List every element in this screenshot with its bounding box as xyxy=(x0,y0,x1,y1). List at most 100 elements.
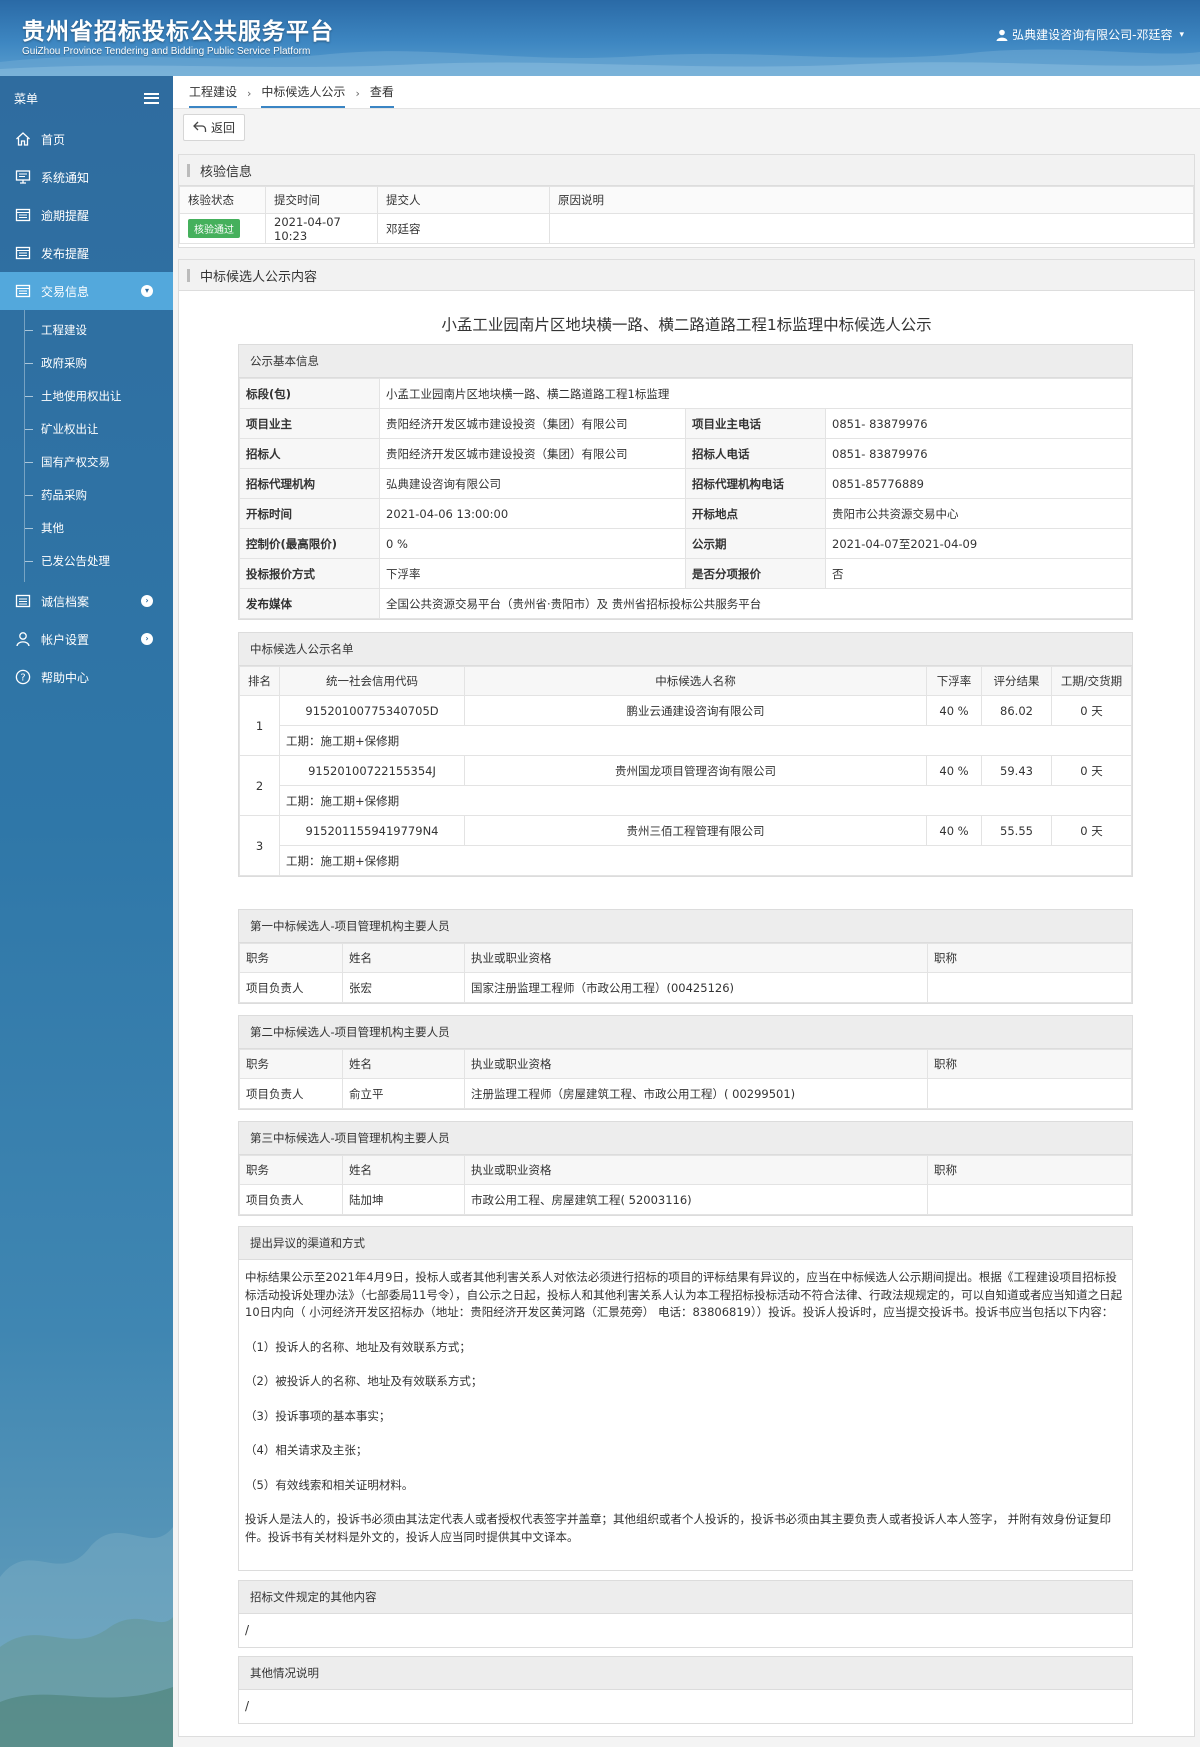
staff-role: 项目负责人 xyxy=(239,1078,343,1109)
breadcrumb-item[interactable]: 中标候选人公示 xyxy=(261,83,346,108)
submenu-item-state-property[interactable]: 国有产权交易 xyxy=(25,446,173,479)
staff-cert: 国家注册监理工程师（市政公用工程）(00425126) xyxy=(464,972,928,1003)
staff-name: 张宏 xyxy=(342,972,465,1003)
sidebar-item-label: 帐户设置 xyxy=(41,632,90,647)
hamburger-icon[interactable] xyxy=(144,92,159,104)
column-header: 原因说明 xyxy=(549,186,1194,214)
chevron-down-icon: ▾ xyxy=(141,285,153,297)
sidebar-item-trade-info[interactable]: 交易信息 ▾ xyxy=(0,272,173,310)
submenu-item-other[interactable]: 其他 xyxy=(25,512,173,545)
field-label: 投标报价方式 xyxy=(239,558,380,589)
back-button[interactable]: 返回 xyxy=(183,113,246,141)
column-header: 职称 xyxy=(927,1049,1132,1079)
table-row: 工期：施工期+保修期 xyxy=(240,785,1132,816)
table-row: 项目业主 贵阳经济开发区城市建设投资（集团）有限公司 项目业主电话 0851- … xyxy=(239,408,1132,439)
sidebar-item-account-settings[interactable]: 帐户设置 › xyxy=(0,620,173,658)
sidebar-item-credit-archive[interactable]: 诚信档案 › xyxy=(0,582,173,620)
staff-cert: 市政公用工程、房屋建筑工程( 52003116) xyxy=(464,1184,928,1215)
field-value: 2021-04-06 13:00:00 xyxy=(379,498,686,529)
sidebar-item-label: 诚信档案 xyxy=(41,594,90,609)
submenu-item-mining-rights[interactable]: 矿业权出让 xyxy=(25,413,173,446)
column-header: 工期/交货期 xyxy=(1051,666,1132,696)
sidebar-item-overdue[interactable]: 逾期提醒 xyxy=(0,196,173,234)
column-header: 排名 xyxy=(239,666,280,696)
main-content: 工程建设 › 中标候选人公示 › 查看 返回 核验信息 核验状态 提交时间 提交… xyxy=(173,76,1200,1747)
user-name: 弘典建设咨询有限公司-邓廷容 xyxy=(1012,28,1173,42)
sidebar-item-label: 系统通知 xyxy=(41,170,90,185)
score: 55.55 xyxy=(981,815,1052,846)
table-row: 项目负责人 张宏 国家注册监理工程师（市政公用工程）(00425126) xyxy=(239,972,1132,1003)
staff-rank xyxy=(927,1184,1132,1215)
staff-table: 职务 姓名 执业或职业资格 职称 项目负责人 张宏 国家注册监理工程师（市政公用… xyxy=(239,943,1132,1003)
staff-block-header: 第一中标候选人-项目管理机构主要人员 xyxy=(239,910,1132,943)
staff-name: 陆加坤 xyxy=(342,1184,465,1215)
field-value: 贵阳市公共资源交易中心 xyxy=(825,498,1132,529)
sidebar-landscape xyxy=(0,1527,173,1747)
table-row: 项目负责人 俞立平 注册监理工程师（房屋建筑工程、市政公用工程）( 002995… xyxy=(239,1078,1132,1109)
field-label: 招标人电话 xyxy=(685,438,826,469)
column-header: 核验状态 xyxy=(179,186,266,214)
staff-cert: 注册监理工程师（房屋建筑工程、市政公用工程）( 00299501) xyxy=(464,1078,928,1109)
submitter: 邓廷容 xyxy=(377,213,550,244)
credit-code: 91520100775340705D xyxy=(279,695,465,726)
column-header: 执业或职业资格 xyxy=(464,943,928,973)
column-header: 下浮率 xyxy=(926,666,982,696)
submenu-item-land-use[interactable]: 土地使用权出让 xyxy=(25,380,173,413)
candidate-name: 贵州三佰工程管理有限公司 xyxy=(464,815,927,846)
submit-time: 2021-04-07 10:23 xyxy=(265,213,378,244)
objection-item: （5）有效线索和相关证明材料。 xyxy=(245,1477,414,1492)
table-row: 2 91520100722155354J 贵州国龙项目管理咨询有限公司 40 %… xyxy=(239,755,1132,816)
toolbar: 返回 xyxy=(173,109,1200,145)
submenu-item-published-handling[interactable]: 已发公告处理 xyxy=(25,545,173,578)
user-menu[interactable]: 弘典建设咨询有限公司-邓廷容 ▾ xyxy=(996,26,1184,43)
breadcrumb-item[interactable]: 查看 xyxy=(369,83,394,108)
column-header: 姓名 xyxy=(342,1049,465,1079)
discount-rate: 40 % xyxy=(926,695,982,726)
column-header: 执业或职业资格 xyxy=(464,1049,928,1079)
discount-rate: 40 % xyxy=(926,815,982,846)
other-notes-header: 其他情况说明 xyxy=(239,1657,1132,1690)
status-badge: 核验通过 xyxy=(188,219,240,238)
other-content-block: 招标文件规定的其他内容 / xyxy=(238,1580,1133,1648)
verify-panel: 核验信息 核验状态 提交时间 提交人 原因说明 核验通过 2021-04-07 … xyxy=(178,154,1195,248)
rank: 3 xyxy=(239,815,280,876)
field-value: 0 % xyxy=(379,528,686,559)
column-header: 中标候选人名称 xyxy=(464,666,927,696)
sidebar-item-help[interactable]: ? 帮助中心 xyxy=(0,658,173,696)
period: 0 天 xyxy=(1051,815,1132,846)
table-row: 开标时间 2021-04-06 13:00:00 开标地点 贵阳市公共资源交易中… xyxy=(239,498,1132,529)
column-header: 职务 xyxy=(239,943,343,973)
period-note: 工期：施工期+保修期 xyxy=(279,845,1132,876)
staff-block-3: 第三中标候选人-项目管理机构主要人员 职务 姓名 执业或职业资格 职称 项目负责… xyxy=(238,1121,1133,1216)
sidebar-item-notifications[interactable]: 系统通知 xyxy=(0,158,173,196)
table-row: 项目负责人 陆加坤 市政公用工程、房屋建筑工程( 52003116) xyxy=(239,1184,1132,1215)
verify-table: 核验状态 提交时间 提交人 原因说明 核验通过 2021-04-07 10:23… xyxy=(179,186,1194,244)
column-header: 职称 xyxy=(927,1155,1132,1185)
help-icon: ? xyxy=(14,668,32,686)
field-label: 开标时间 xyxy=(239,498,380,529)
field-value: 0851- 83879976 xyxy=(825,408,1132,439)
basic-info-block: 公示基本信息 标段(包) 小孟工业园南片区地块横一路、横二路道路工程1标监理 项… xyxy=(238,344,1133,620)
content-panel-title: 中标候选人公示内容 xyxy=(200,269,318,285)
staff-rank xyxy=(927,972,1132,1003)
field-value: 下浮率 xyxy=(379,558,686,589)
table-row: 控制价(最高限价) 0 % 公示期 2021-04-07至2021-04-09 xyxy=(239,528,1132,559)
credit-code: 91520100722155354J xyxy=(279,755,465,786)
field-label: 招标代理机构电话 xyxy=(685,468,826,499)
column-header: 执业或职业资格 xyxy=(464,1155,928,1185)
sidebar-item-home[interactable]: 首页 xyxy=(0,120,173,158)
field-label: 招标代理机构 xyxy=(239,468,380,499)
sidebar-item-label: 发布提醒 xyxy=(41,246,90,261)
discount-rate: 40 % xyxy=(926,755,982,786)
submenu-item-engineering[interactable]: 工程建设 xyxy=(25,314,173,347)
breadcrumb-item[interactable]: 工程建设 xyxy=(189,83,238,108)
submenu-item-drug-procurement[interactable]: 药品采购 xyxy=(25,479,173,512)
sidebar-item-publish-reminder[interactable]: 发布提醒 xyxy=(0,234,173,272)
user-icon xyxy=(14,630,32,648)
field-label: 发布媒体 xyxy=(239,588,380,619)
staff-role: 项目负责人 xyxy=(239,1184,343,1215)
sidebar-item-label: 逾期提醒 xyxy=(41,208,90,223)
home-icon xyxy=(14,130,32,148)
staff-block-2: 第二中标候选人-项目管理机构主要人员 职务 姓名 执业或职业资格 职称 项目负责… xyxy=(238,1015,1133,1110)
submenu-item-gov-procurement[interactable]: 政府采购 xyxy=(25,347,173,380)
